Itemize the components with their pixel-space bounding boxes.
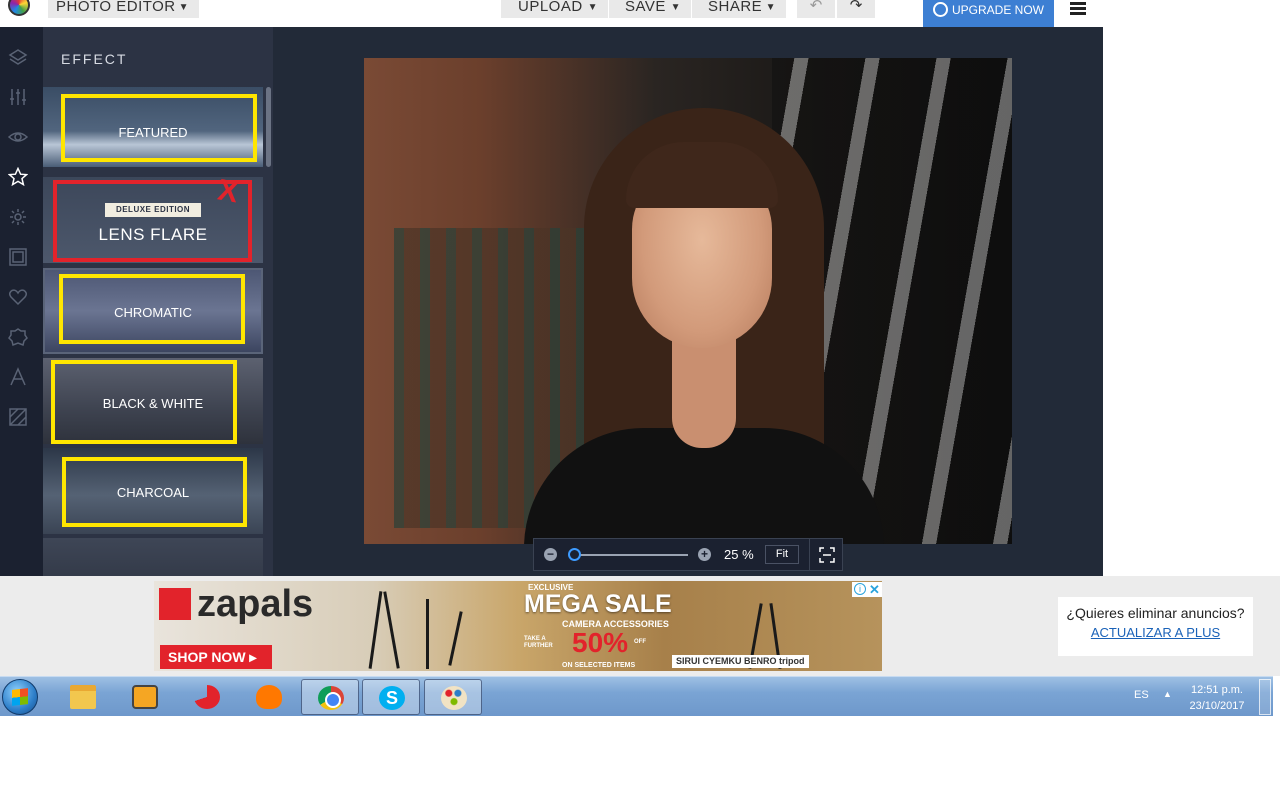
scrollbar-thumb[interactable] <box>266 87 271 167</box>
photo-editor-label: PHOTO EDITOR <box>56 0 176 15</box>
heart-icon[interactable] <box>8 287 28 307</box>
start-button[interactable] <box>2 679 38 715</box>
zoom-in-icon[interactable]: + <box>698 548 711 561</box>
zoom-out-icon[interactable]: − <box>544 548 557 561</box>
ad-bar: zapals SHOP NOW ▸ EXCLUSIVE MEGA SALE CA… <box>0 576 1280 676</box>
share-button[interactable]: SHARE ▼ <box>692 0 786 18</box>
close-icon[interactable]: ✕ <box>869 582 880 598</box>
media-player-icon <box>132 685 158 709</box>
skype-icon: S <box>379 686 405 710</box>
windows-logo-icon <box>12 688 28 706</box>
effect-next[interactable] <box>43 538 263 576</box>
save-button[interactable]: SAVE ▼ <box>609 0 691 18</box>
fullscreen-icon[interactable] <box>809 539 843 570</box>
upgrade-plus-link[interactable]: ACTUALIZAR A PLUS <box>1058 625 1253 640</box>
hamburger-menu-icon[interactable] <box>1070 2 1086 15</box>
editor-canvas: − + 25 % Fit <box>273 27 1103 576</box>
taskbar-ccleaner[interactable] <box>178 679 236 715</box>
effect-label: FEATURED <box>118 125 188 140</box>
star-icon[interactable] <box>7 166 29 187</box>
effect-label: CHARCOAL <box>116 485 190 500</box>
effect-lens-flare[interactable]: DELUXE EDITION LENS FLARE X <box>43 177 263 263</box>
ccleaner-icon <box>194 685 220 709</box>
text-icon[interactable] <box>8 367 28 387</box>
info-icon[interactable]: i <box>854 583 866 595</box>
show-desktop-button[interactable] <box>1259 679 1271 715</box>
effect-label: BLACK & WHITE <box>102 396 204 411</box>
ad-on-selected: ON SELECTED ITEMS <box>562 662 636 669</box>
chevron-down-icon: ▼ <box>765 2 776 13</box>
paint-palette-icon <box>441 686 467 710</box>
chevron-down-icon: ▼ <box>178 2 189 13</box>
effect-label: CHROMATIC <box>114 305 192 320</box>
taskbar-chrome[interactable] <box>301 679 359 715</box>
effect-thumbnail <box>43 538 263 576</box>
ad-brand: zapals <box>197 583 314 625</box>
clock-date: 23/10/2017 <box>1189 700 1245 712</box>
layers-icon[interactable] <box>8 47 28 67</box>
windows-taskbar: S ES ▲ 12:51 p.m. 23/10/2017 <box>0 676 1273 716</box>
effect-chromatic[interactable]: CHROMATIC <box>43 268 263 354</box>
panel-title: EFFECT <box>61 51 128 67</box>
award-icon <box>933 2 948 17</box>
ad-choices: i ✕ <box>852 582 882 597</box>
effect-featured[interactable]: FEATURED <box>43 87 263 167</box>
taskbar-media-player[interactable] <box>116 679 174 715</box>
zoom-control: − + 25 % Fit <box>533 538 843 571</box>
effects-panel: EFFECT FEATURED DELUXE EDITION LENS FLAR… <box>43 27 273 576</box>
redo-button[interactable]: ↷ <box>837 0 875 18</box>
taskbar-skype[interactable]: S <box>362 679 420 715</box>
chrome-icon <box>318 686 344 710</box>
chevron-down-icon: ▼ <box>587 2 598 13</box>
badge-icon[interactable] <box>8 327 28 347</box>
top-bar: PHOTO EDITOR ▼ UPLOAD ▼ SAVE ▼ SHARE ▼ ↶… <box>0 0 1103 33</box>
language-indicator[interactable]: ES <box>1134 689 1149 701</box>
ad-headline: MEGA SALE <box>524 590 672 618</box>
photo-preview[interactable] <box>364 58 1012 544</box>
share-label: SHARE <box>708 0 763 15</box>
folder-icon <box>70 685 96 709</box>
eye-icon[interactable] <box>7 127 29 147</box>
ad-off: OFF <box>634 639 646 645</box>
effect-charcoal[interactable]: CHARCOAL <box>43 448 263 534</box>
save-label: SAVE <box>625 0 666 15</box>
screen: PHOTO EDITOR ▼ UPLOAD ▼ SAVE ▼ SHARE ▼ ↶… <box>0 0 1280 800</box>
taskbar-windows-explorer[interactable] <box>54 679 112 715</box>
effect-black-and-white[interactable]: BLACK & WHITE <box>43 358 263 444</box>
undo-icon: ↶ <box>809 0 823 14</box>
sliders-icon[interactable] <box>8 87 28 107</box>
texture-icon[interactable] <box>8 407 28 427</box>
zoom-slider-track[interactable] <box>570 554 688 556</box>
sparkle-icon[interactable] <box>8 207 28 227</box>
undo-button[interactable]: ↶ <box>797 0 835 18</box>
upgrade-label: UPGRADE NOW <box>952 3 1045 17</box>
chevron-down-icon: ▼ <box>670 2 681 13</box>
zapals-logo: zapals <box>159 583 313 626</box>
upload-label: UPLOAD <box>518 0 583 15</box>
redo-icon: ↷ <box>849 0 863 14</box>
system-clock[interactable]: 12:51 p.m. 23/10/2017 <box>1180 682 1254 714</box>
zoom-slider-handle[interactable] <box>568 548 581 561</box>
remove-ads-question: ¿Quieres eliminar anuncios? <box>1066 605 1245 621</box>
upload-button[interactable]: UPLOAD ▼ <box>501 0 608 18</box>
photo-editor-menu-button[interactable]: PHOTO EDITOR ▼ <box>48 0 199 18</box>
ad-take-further: TAKE A FURTHER <box>524 636 553 649</box>
zoom-value: 25 % <box>724 547 754 562</box>
shop-now-button[interactable]: SHOP NOW ▸ <box>160 645 272 669</box>
taskbar-avast[interactable] <box>240 679 298 715</box>
app-logo[interactable] <box>8 0 30 16</box>
remove-ads-box: ¿Quieres eliminar anuncios? ACTUALIZAR A… <box>1058 597 1253 656</box>
frame-icon[interactable] <box>8 247 28 267</box>
ad-banner[interactable]: zapals SHOP NOW ▸ EXCLUSIVE MEGA SALE CA… <box>154 581 882 671</box>
ad-brand-logos: SIRUI CYEMKU BENRO tripod <box>672 655 809 668</box>
tool-rail <box>0 27 43 576</box>
tray-expand-icon[interactable]: ▲ <box>1163 689 1172 699</box>
ad-discount: 50% <box>572 627 629 658</box>
avast-icon <box>256 685 282 709</box>
clock-time: 12:51 p.m. <box>1191 684 1243 696</box>
taskbar-paint[interactable] <box>424 679 482 715</box>
fit-button[interactable]: Fit <box>765 545 799 564</box>
